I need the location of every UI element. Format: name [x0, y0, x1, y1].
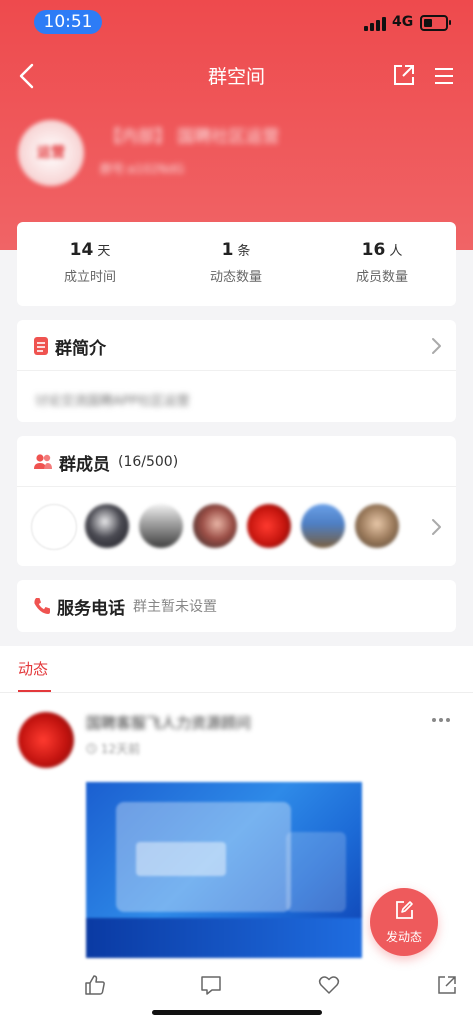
share-icon[interactable] [436, 974, 458, 996]
heart-icon[interactable] [318, 974, 340, 996]
service-phone-card[interactable]: 服务电话 群主暂未设置 [17, 580, 456, 632]
group-intro-text: 讨论交流国聘APP社区运营 [35, 394, 190, 409]
post-image[interactable] [86, 782, 362, 958]
post-time-text: 12天前 [100, 742, 141, 756]
member-avatar[interactable] [193, 504, 237, 548]
nav-bar: 群空间 [0, 58, 473, 94]
group-id: 群号:a102NdG [100, 162, 185, 176]
divider [17, 486, 456, 487]
network-label: 4G [392, 14, 414, 30]
member-avatar[interactable] [247, 504, 291, 548]
stat-members: 16 人 成员数量 [309, 240, 455, 285]
post-action-bar [0, 968, 473, 1004]
group-avatar-text: 运营 [37, 145, 65, 161]
share-icon[interactable] [393, 64, 415, 86]
group-intro-title: 群简介 [55, 338, 106, 359]
service-phone-header: 服务电话 群主暂未设置 [33, 594, 217, 619]
member-avatar[interactable] [355, 504, 399, 548]
image-content [136, 842, 226, 876]
menu-icon[interactable] [433, 66, 455, 86]
home-indicator [152, 1010, 322, 1015]
image-content [286, 832, 346, 912]
status-time: 10:51 [34, 10, 102, 34]
more-icon[interactable] [432, 716, 452, 724]
group-header: 10:51 4G 群空间 运营 【内部】 国聘社区运营 群号:a102NdG [0, 0, 473, 250]
divider [17, 370, 456, 371]
service-phone-title: 服务电话 [57, 598, 125, 619]
group-intro-header: 群简介 [33, 334, 106, 359]
image-content [86, 918, 362, 958]
stat-founded-value: 14 [69, 240, 94, 260]
like-icon[interactable] [84, 974, 106, 996]
group-members-count: (16/500) [118, 454, 179, 470]
member-avatar[interactable] [139, 504, 183, 548]
post-dynamic-label: 发动态 [385, 930, 422, 944]
stat-members-label: 成员数量 [355, 270, 408, 285]
add-member-button[interactable] [31, 504, 77, 550]
chevron-right-icon [432, 519, 441, 535]
stats-card: 14 天 成立时间 1条 动态数量 16 人 成员数量 [17, 222, 456, 306]
group-avatar[interactable]: 运营 [18, 120, 84, 186]
people-icon [34, 454, 52, 469]
phone-icon [34, 598, 50, 614]
stat-founded-label: 成立时间 [63, 270, 116, 285]
signal-icon [364, 17, 386, 31]
member-avatar[interactable] [85, 504, 129, 548]
stat-founded: 14 天 成立时间 [17, 240, 163, 285]
stat-posts-label: 动态数量 [209, 270, 262, 285]
post-author-name[interactable]: 国聘客服飞人力资源顾问 [86, 712, 251, 733]
comment-icon[interactable] [200, 974, 222, 996]
post-time: 12天前 [86, 740, 140, 757]
stat-members-value: 16 [361, 240, 386, 260]
battery-icon [420, 15, 451, 31]
group-members-title: 群成员 [59, 454, 110, 475]
stat-members-unit: 人 [389, 244, 403, 259]
document-icon [34, 337, 48, 355]
service-phone-status: 群主暂未设置 [133, 599, 217, 615]
divider [0, 692, 473, 693]
edit-icon [396, 901, 413, 919]
tab-feed[interactable]: 动态 [18, 658, 48, 679]
group-name: 【内部】 国聘社区运营 [104, 127, 280, 147]
clock-icon [86, 743, 97, 754]
stat-posts-value: 1 [221, 240, 234, 260]
stat-founded-unit: 天 [97, 244, 111, 259]
chevron-right-icon [432, 338, 441, 354]
post-author-avatar[interactable] [18, 712, 74, 768]
status-bar: 10:51 4G [0, 0, 473, 44]
group-intro-card[interactable]: 群简介 讨论交流国聘APP社区运营 [17, 320, 456, 422]
member-avatar[interactable] [301, 504, 345, 548]
group-members-card[interactable]: 群成员 (16/500) [17, 436, 456, 566]
post-dynamic-button[interactable]: 发动态 [370, 888, 438, 956]
group-members-header: 群成员 (16/500) [33, 450, 179, 475]
stat-posts-unit: 条 [237, 244, 251, 259]
stat-posts: 1条 动态数量 [163, 240, 309, 285]
